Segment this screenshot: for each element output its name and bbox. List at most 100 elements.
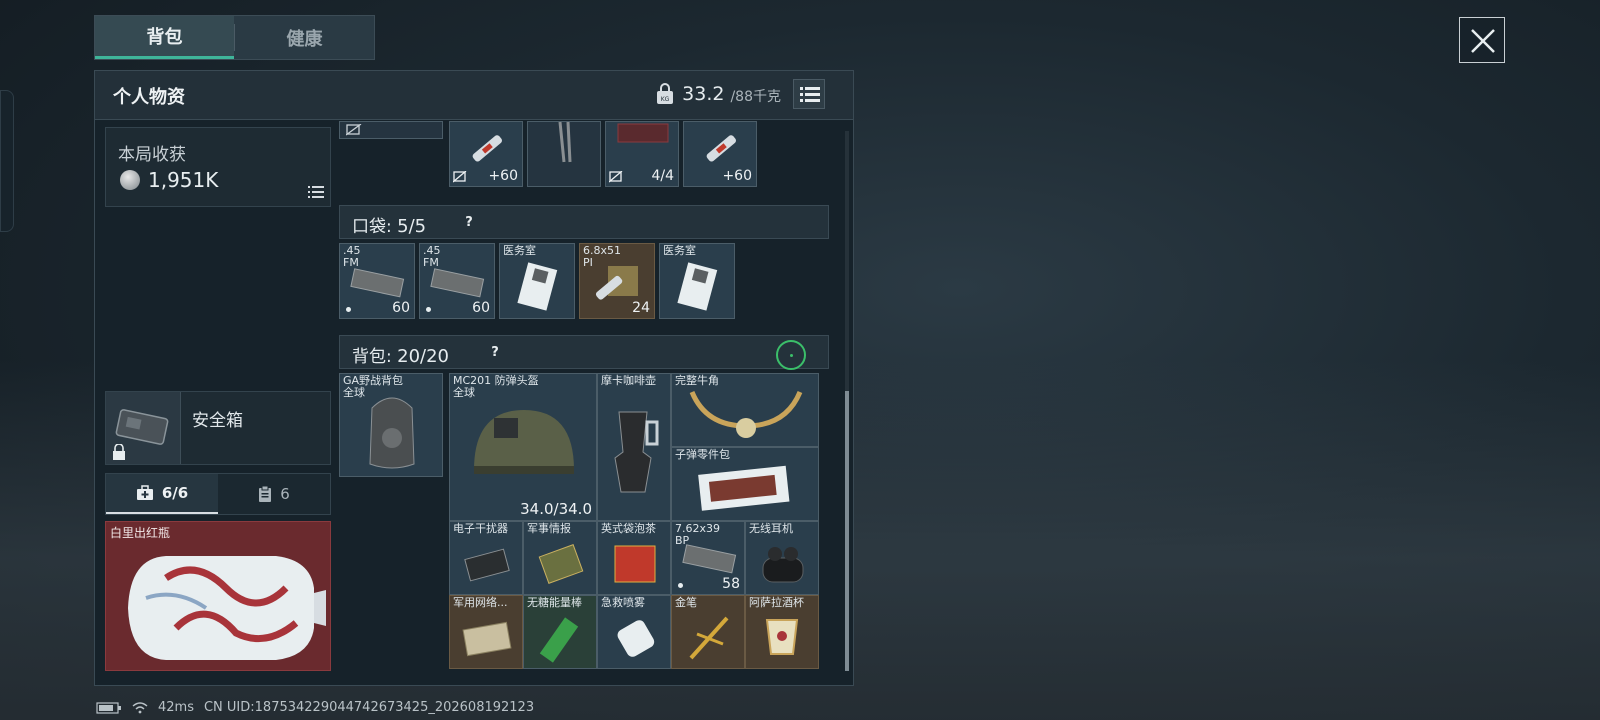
pocket-count: 5/5 [397,216,427,237]
vase-image [128,556,326,660]
item-slot-tea[interactable]: 英式袋泡茶 [597,521,671,595]
weight-max: /88千克 [730,89,781,105]
help-icon[interactable]: ? [484,343,506,363]
item-name: 电子干扰器 [453,522,508,535]
inventory-panel: 个人物资 KG 33.2 /88千克 本局收获 1,951K 安全箱 6/6 6… [94,70,854,686]
scrollbar-thumb[interactable] [845,391,849,671]
item-name: 金笔 [675,596,697,609]
medkit-pouch-count: 6/6 [161,484,189,502]
no-insure-icon [609,171,623,183]
item-slot-injector[interactable]: +60 [683,121,757,187]
document-icon [517,262,558,311]
item-count: 4/4 [651,168,674,184]
ammo-box-icon [430,268,485,298]
item-slot-energy-bar[interactable]: 无糖能量棒 [523,595,597,669]
coin-icon [120,170,140,190]
item-slot-medical-document[interactable]: 医务室 [499,243,575,319]
item-slot-jammer[interactable]: 电子干扰器 [449,521,523,595]
ammo-box-icon [682,544,737,574]
backpack-count: 20/20 [397,346,450,367]
item-name: MC201 防弹头盔 全球 [453,374,539,399]
item-slot-injector[interactable]: +60 [449,121,523,187]
no-insure-icon [453,171,467,183]
earbuds-icon [762,547,804,583]
item-name: 医务室 [503,244,536,257]
harvest-value-row: 1,951K [120,168,218,192]
item-name: 军用网络... [453,596,508,609]
list-icon [800,87,820,102]
pocket-label: 口袋: 5/5 [352,212,426,237]
target-icon[interactable] [776,340,806,370]
energy-bar-icon [539,617,579,663]
status-bar: 42ms CN UID:18753422904474267342​5_20260… [96,700,534,715]
item-slot-coffee-pot[interactable]: 摩卡咖啡壶 [597,373,671,521]
backpack-label-text: 背包: [352,347,392,367]
cup-icon [765,619,799,655]
router-icon [462,621,512,657]
item-slot-vase[interactable]: 白里出红瓶 [105,521,331,671]
backpack-section-header: 背包: 20/20 ? [339,335,829,370]
sort-list-button[interactable] [793,79,825,109]
helmet-durability: 34.0/34.0 [520,500,592,518]
item-count: 60 [472,300,490,316]
item-slot-earbuds[interactable]: 无线耳机 [745,521,819,595]
item-slot-ammo-762[interactable]: 7.62x39 BP 58 [671,521,745,595]
tab-medkit-pouch[interactable]: 6/6 [106,474,218,514]
item-slot-helmet[interactable]: MC201 防弹头盔 全球 34.0/34.0 [449,373,597,521]
pen-icon [689,616,729,660]
close-button[interactable] [1459,17,1505,63]
item-slot-spray[interactable]: 急救喷雾 [597,595,671,669]
item-name: 子弹零件包 [675,448,730,461]
wifi-icon [132,701,148,713]
spray-icon [617,620,655,657]
item-slot-horn[interactable]: 完整牛角 [671,373,819,447]
safe-box-slot[interactable]: 安全箱 [105,391,331,465]
clipboard-icon [259,485,272,502]
injector-icon [472,135,503,162]
item-slot-case[interactable]: 4/4 [605,121,679,187]
weight-icon: KG [657,83,674,104]
document-icon [677,262,718,311]
item-slot-intel[interactable]: 军事情报 [523,521,597,595]
side-drawer-handle[interactable] [0,90,14,232]
tea-box-icon [614,545,656,583]
tab-backpack[interactable]: 背包 [95,16,234,59]
helmet-icon [474,410,574,474]
item-slot-ammo-45[interactable]: .45 FM 60 [339,243,415,319]
ammo-indicator-dot [426,307,431,312]
intel-icon [538,544,584,584]
cable-icon [558,122,572,163]
clipboard-pouch-count: 6 [280,485,290,503]
svg-text:KG: KG [661,96,670,103]
item-slot-router[interactable]: 军用网络... [449,595,523,669]
injector-icon [706,135,737,162]
help-icon[interactable]: ? [458,213,480,233]
ping-value: 42ms [158,700,194,715]
item-slot-medical-document[interactable]: 医务室 [659,243,735,319]
item-name: 无线耳机 [749,522,793,535]
pocket-section-header: 口袋: 5/5 ? [339,205,829,239]
item-slot-backpack[interactable]: GA野战背包 全球 [339,373,443,477]
backpack-label: 背包: 20/20 [352,342,449,367]
item-name: 医务室 [663,244,696,257]
tab-clipboard-pouch[interactable]: 6 [218,474,330,514]
scrollbar-track[interactable] [845,131,849,671]
item-name: 无糖能量棒 [527,596,582,609]
item-slot[interactable] [339,121,443,139]
item-slot-ammo-parts[interactable]: 子弹零件包 [671,447,819,521]
item-slot-cup[interactable]: 阿萨拉酒杯 [745,595,819,669]
horn-icon [689,390,803,438]
top-tab-bar: 背包 健康 [94,15,375,60]
tab-health[interactable]: 健康 [235,16,374,59]
battery-icon [96,701,121,714]
ammo-indicator-dot [678,583,683,588]
container-grid-area: +60 4/4 +60 口袋: 5/5 ? .45 FM 60 .45 FM 6… [339,121,839,681]
lock-icon [113,444,125,460]
round-harvest-card[interactable]: 本局收获 1,951K [105,127,331,207]
item-slot-gold-pen[interactable]: 金笔 [671,595,745,669]
backpack-icon [369,397,415,469]
no-insure-icon [346,124,362,136]
item-slot-ammo-68[interactable]: 6.8x51 PI 24 [579,243,655,319]
item-slot-ammo-45[interactable]: .45 FM 60 [419,243,495,319]
item-slot-cables[interactable] [527,121,601,187]
